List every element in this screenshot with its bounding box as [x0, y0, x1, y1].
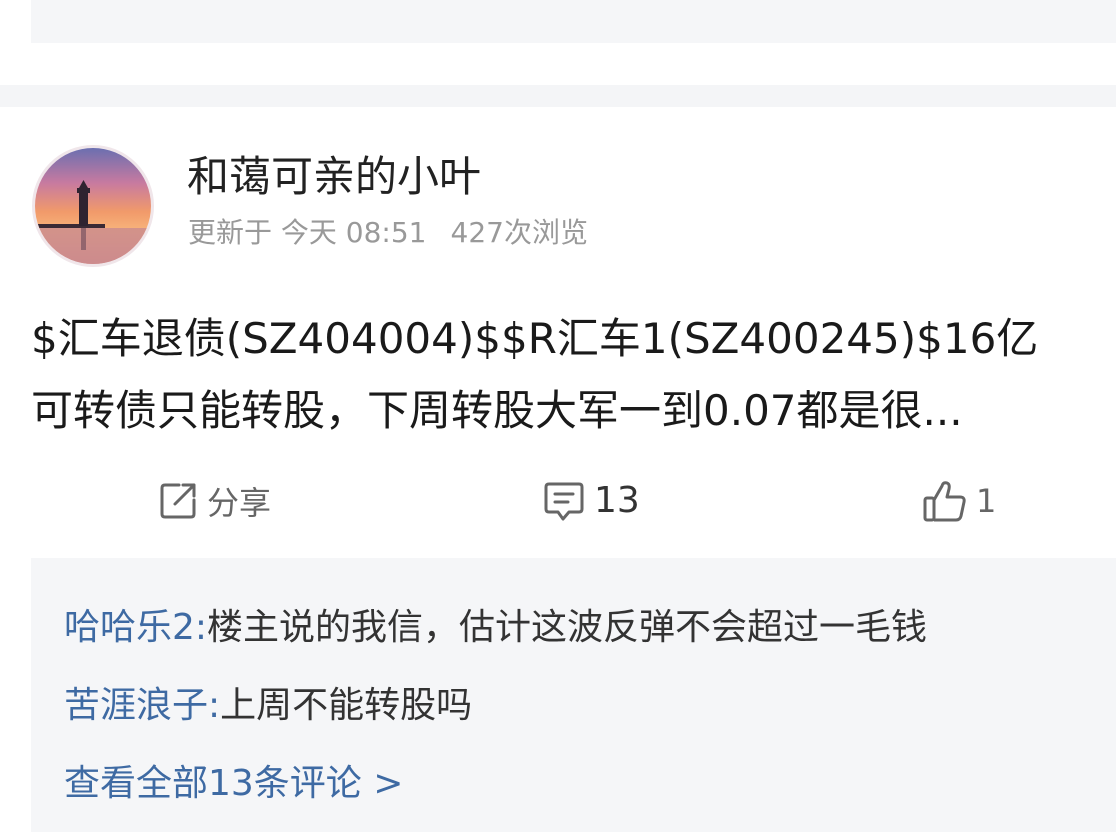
share-button[interactable]: 分享: [157, 473, 271, 529]
comment-text: 上周不能转股吗: [220, 685, 473, 726]
post-text-line-2: 可转债只能转股，下周转股大军一到0.07都是很...: [31, 386, 963, 435]
comment-item[interactable]: 苦涯浪子:上周不能转股吗: [64, 682, 472, 730]
comment-user[interactable]: 哈哈乐2:: [64, 607, 207, 648]
comment-user[interactable]: 苦涯浪子:: [64, 685, 220, 726]
post-text-line-1: $汇车退债(SZ404004)$$R汇车1(SZ400245)$16亿: [31, 314, 1039, 363]
lighthouse-sunset-avatar-icon: [35, 148, 151, 264]
author-name[interactable]: 和蔼可亲的小叶: [187, 149, 481, 205]
previous-card-bottom: [31, 0, 1116, 43]
post-card: 和蔼可亲的小叶 更新于 今天 08:51 427次浏览 $汇车退债(SZ40400…: [0, 107, 1116, 832]
like-button[interactable]: 1: [922, 473, 996, 529]
comment-button[interactable]: 13: [542, 473, 640, 529]
comment-count: 13: [594, 480, 640, 521]
post-meta: 更新于 今天 08:51 427次浏览: [188, 213, 588, 253]
thumbs-up-icon: [923, 481, 966, 522]
share-icon: [160, 483, 196, 519]
comments-panel: 哈哈乐2:楼主说的我信，估计这波反弹不会超过一毛钱 苦涯浪子:上周不能转股吗 查…: [31, 558, 1116, 832]
post-actions: 分享 13 1: [0, 473, 1116, 529]
card-separator: [0, 85, 1116, 107]
avatar[interactable]: [32, 145, 154, 267]
view-all-comments-link[interactable]: 查看全部13条评论 >: [64, 760, 403, 808]
comment-item[interactable]: 哈哈乐2:楼主说的我信，估计这波反弹不会超过一毛钱: [64, 604, 927, 652]
share-label: 分享: [207, 484, 272, 522]
comment-icon: [544, 482, 584, 521]
view-count: 427次浏览: [450, 216, 588, 249]
feed-page: 和蔼可亲的小叶 更新于 今天 08:51 427次浏览 $汇车退债(SZ40400…: [0, 0, 1116, 832]
comment-text: 楼主说的我信，估计这波反弹不会超过一毛钱: [207, 607, 928, 648]
post-content[interactable]: $汇车退债(SZ404004)$$R汇车1(SZ400245)$16亿 可转债只…: [31, 303, 1116, 447]
updated-time: 更新于 今天 08:51: [188, 216, 427, 249]
like-count: 1: [976, 482, 997, 520]
